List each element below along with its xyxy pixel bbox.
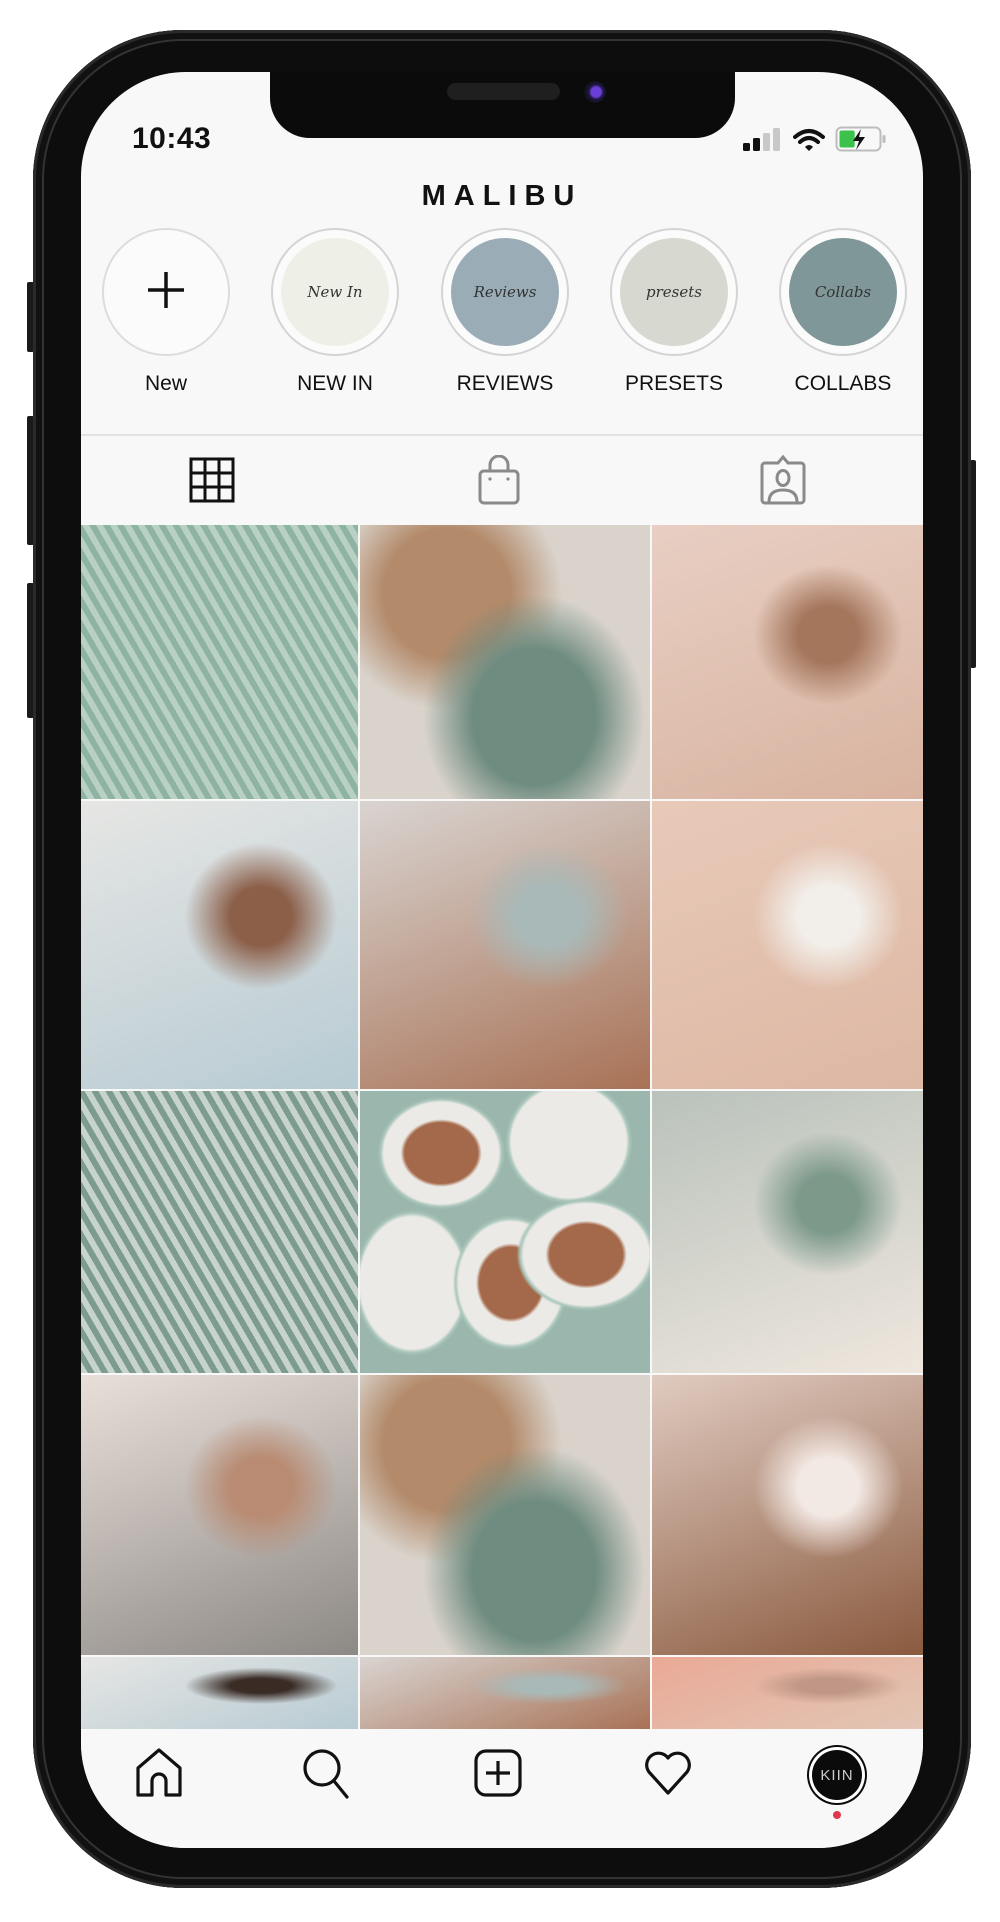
nav-new-post[interactable] (470, 1747, 526, 1803)
highlight-new-circle[interactable] (102, 228, 230, 356)
grid-post[interactable] (652, 525, 923, 799)
highlight-label: NEW IN (297, 372, 373, 395)
highlight-new-in[interactable]: New In NEW IN (265, 228, 405, 396)
highlight-cover-art: Reviews (451, 238, 559, 346)
nav-search[interactable] (298, 1747, 354, 1803)
add-post-icon (473, 1748, 523, 1803)
highlight-cover-art: presets (620, 238, 728, 346)
notification-dot (833, 1811, 841, 1819)
tagged-person-icon (759, 454, 807, 510)
nav-activity[interactable] (640, 1747, 696, 1803)
nav-home[interactable] (131, 1747, 187, 1803)
highlight-presets[interactable]: presets PRESETS (604, 228, 744, 396)
status-icons (743, 126, 887, 157)
highlight-new[interactable]: New (96, 228, 236, 396)
tab-shop[interactable] (475, 454, 523, 506)
phone-screen: 10:43 MALIBU New New In NEW IN Reviews R… (81, 72, 923, 1848)
bottom-navigation: KIIN (81, 1729, 923, 1848)
shopping-bag-icon (477, 454, 521, 510)
battery-charging-icon (835, 126, 887, 157)
earpiece-speaker (447, 83, 560, 100)
heart-icon (643, 1750, 693, 1801)
highlight-label: REVIEWS (456, 372, 554, 395)
grid-post[interactable] (652, 801, 923, 1089)
grid-post[interactable] (81, 525, 358, 799)
grid-post[interactable] (81, 1091, 358, 1373)
plus-icon (146, 270, 186, 315)
profile-avatar[interactable]: KIIN (812, 1750, 862, 1800)
highlight-label: PRESETS (624, 372, 724, 395)
nav-profile[interactable]: KIIN (809, 1747, 865, 1819)
grid-post[interactable] (360, 1375, 650, 1655)
front-camera (584, 81, 606, 103)
home-icon (135, 1747, 183, 1803)
grid-post[interactable] (360, 801, 650, 1089)
grid-post[interactable] (652, 1091, 923, 1373)
tab-tagged[interactable] (759, 454, 807, 506)
highlight-cover-art: Collabs (789, 238, 897, 346)
grid-post[interactable] (652, 1375, 923, 1655)
grid-post[interactable] (652, 1657, 923, 1729)
highlight-cover-art: New In (281, 238, 389, 346)
grid-post[interactable] (360, 1657, 650, 1729)
grid-icon (189, 457, 235, 508)
tab-posts-grid[interactable] (188, 457, 236, 508)
search-icon (301, 1747, 351, 1804)
grid-post[interactable] (81, 1375, 358, 1655)
status-time: 10:43 (132, 122, 212, 155)
grid-post[interactable] (360, 525, 650, 799)
highlight-reviews[interactable]: Reviews REVIEWS (435, 228, 575, 396)
grid-post[interactable] (360, 1091, 650, 1373)
cellular-signal-icon (743, 128, 783, 157)
profile-tabs (81, 436, 923, 525)
profile-username-title: MALIBU (421, 180, 583, 212)
highlight-cover[interactable]: presets (610, 228, 738, 356)
highlight-cover[interactable]: Reviews (441, 228, 569, 356)
grid-post[interactable] (81, 1657, 358, 1729)
highlight-collabs[interactable]: Collabs COLLABS (773, 228, 913, 396)
grid-post[interactable] (81, 801, 358, 1089)
highlight-cover[interactable]: New In (271, 228, 399, 356)
highlight-label: COLLABS (794, 372, 892, 395)
notch (270, 72, 735, 138)
wifi-icon (793, 128, 825, 157)
highlight-cover[interactable]: Collabs (779, 228, 907, 356)
story-highlights: New New In NEW IN Reviews REVIEWS preset… (81, 228, 923, 398)
highlight-label: New (144, 372, 187, 395)
